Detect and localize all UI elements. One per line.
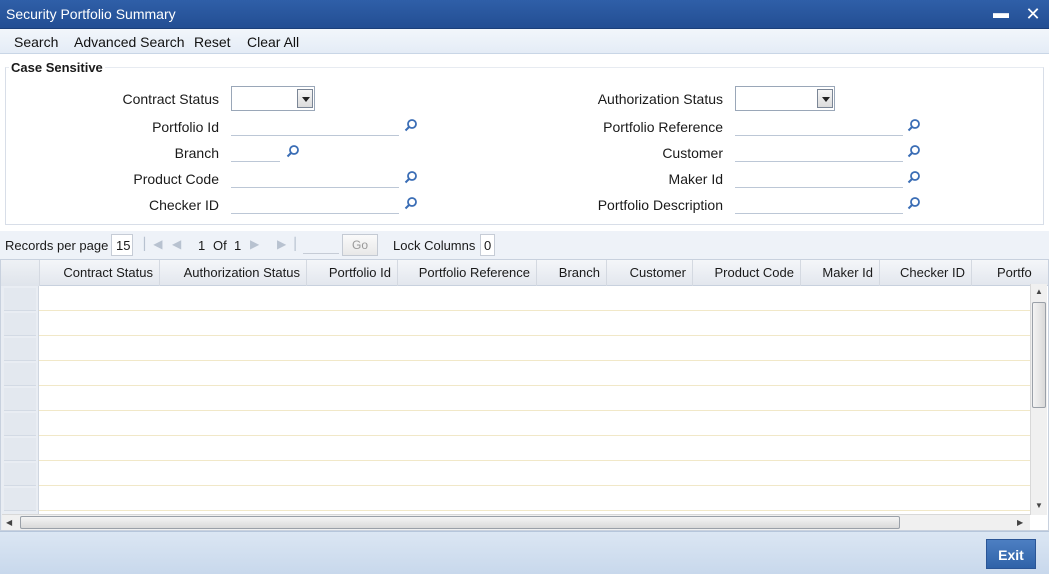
current-page: 1 — [198, 238, 206, 253]
portfolio-description-label: Portfolio Description — [597, 197, 723, 213]
portfolio-reference-input[interactable] — [735, 116, 903, 136]
search-icon[interactable] — [404, 196, 418, 210]
horizontal-scrollbar[interactable]: ◀ ▶ — [2, 514, 1030, 530]
horizontal-scroll-thumb[interactable] — [20, 516, 900, 529]
branch-label: Branch — [174, 145, 219, 161]
row-selector[interactable] — [4, 438, 36, 461]
search-icon[interactable] — [404, 118, 418, 132]
table-row[interactable] — [39, 486, 1031, 511]
table-row[interactable] — [39, 311, 1031, 336]
lock-columns-label: Lock Columns — [393, 238, 476, 253]
maker-id-label: Maker Id — [668, 171, 723, 187]
column-header[interactable]: Portfolio Reference — [398, 260, 537, 286]
pagination-bar: Records per page 15 ▏◀ ◀ 1 Of 1 ▶ ▶▕ Go … — [0, 231, 1049, 259]
select-all-header[interactable] — [1, 260, 40, 286]
go-button[interactable]: Go — [342, 234, 378, 256]
table-row[interactable] — [39, 361, 1031, 386]
checker-id-input[interactable] — [231, 194, 399, 214]
first-page-icon[interactable]: ▏◀ — [144, 237, 162, 251]
minimize-icon[interactable]: ▬ — [990, 3, 1012, 25]
records-per-page-input[interactable]: 15 — [111, 234, 133, 256]
chevron-down-icon[interactable] — [817, 89, 833, 108]
column-header[interactable]: Contract Status — [39, 260, 160, 286]
next-page-icon[interactable]: ▶ — [250, 237, 259, 251]
column-header[interactable]: Portfolio Id — [307, 260, 398, 286]
column-header[interactable]: Maker Id — [801, 260, 880, 286]
authorization-status-select[interactable] — [735, 86, 835, 111]
row-selector[interactable] — [4, 388, 36, 411]
row-selector[interactable] — [4, 313, 36, 336]
portfolio-reference-label: Portfolio Reference — [603, 119, 723, 135]
portfolio-id-label: Portfolio Id — [152, 119, 219, 135]
window-title: Security Portfolio Summary — [6, 6, 176, 22]
scroll-down-icon[interactable]: ▼ — [1035, 501, 1043, 510]
scroll-left-icon[interactable]: ◀ — [6, 518, 12, 527]
vertical-scrollbar[interactable]: ▲ ▼ — [1030, 284, 1047, 515]
table-row[interactable] — [39, 411, 1031, 436]
column-header[interactable]: Portfo — [972, 260, 1032, 286]
product-code-label: Product Code — [133, 171, 219, 187]
column-header[interactable]: Customer — [607, 260, 693, 286]
lock-columns-input[interactable]: 0 — [480, 234, 495, 256]
clear-all-button[interactable]: Clear All — [247, 34, 299, 50]
of-label: Of — [213, 238, 227, 253]
column-header[interactable]: Branch — [537, 260, 607, 286]
close-icon[interactable]: ✕ — [1022, 3, 1044, 25]
column-header[interactable]: Product Code — [693, 260, 801, 286]
goto-page-input[interactable] — [303, 234, 339, 254]
results-grid: Contract Status Authorization Status Por… — [0, 259, 1049, 531]
grid-header: Contract Status Authorization Status Por… — [1, 260, 1048, 286]
search-icon[interactable] — [907, 144, 921, 158]
scroll-up-icon[interactable]: ▲ — [1035, 287, 1043, 296]
customer-input[interactable] — [735, 142, 903, 162]
toolbar: Search Advanced Search Reset Clear All — [0, 29, 1049, 54]
checker-id-label: Checker ID — [148, 197, 219, 213]
row-selector[interactable] — [4, 488, 36, 511]
search-button[interactable]: Search — [14, 34, 58, 50]
column-header[interactable]: Checker ID — [880, 260, 972, 286]
row-selector[interactable] — [4, 288, 36, 311]
search-icon[interactable] — [907, 118, 921, 132]
row-selector[interactable] — [4, 338, 36, 361]
column-header[interactable]: Authorization Status — [160, 260, 307, 286]
row-selector[interactable] — [4, 413, 36, 436]
records-per-page-label: Records per page — [5, 238, 109, 253]
product-code-input[interactable] — [231, 168, 399, 188]
advanced-search-button[interactable]: Advanced Search — [74, 34, 185, 50]
search-icon[interactable] — [404, 170, 418, 184]
reset-button[interactable]: Reset — [194, 34, 231, 50]
vertical-scroll-thumb[interactable] — [1032, 302, 1046, 408]
customer-label: Customer — [662, 145, 723, 161]
contract-status-label: Contract Status — [122, 91, 220, 107]
previous-page-icon[interactable]: ◀ — [172, 237, 181, 251]
row-selector[interactable] — [4, 463, 36, 486]
chevron-down-icon[interactable] — [297, 89, 313, 108]
contract-status-select[interactable] — [231, 86, 315, 111]
table-row[interactable] — [39, 386, 1031, 411]
branch-input[interactable] — [231, 142, 280, 162]
search-icon[interactable] — [286, 144, 300, 158]
table-row[interactable] — [39, 286, 1031, 311]
footer-bar: Exit — [0, 531, 1049, 574]
table-row[interactable] — [39, 436, 1031, 461]
table-row[interactable] — [39, 336, 1031, 361]
search-icon[interactable] — [907, 196, 921, 210]
portfolio-description-input[interactable] — [735, 194, 903, 214]
title-bar: Security Portfolio Summary ▬ ✕ — [0, 0, 1049, 29]
table-row[interactable] — [39, 461, 1031, 486]
portfolio-id-input[interactable] — [231, 116, 399, 136]
last-page-icon[interactable]: ▶▕ — [277, 237, 295, 251]
total-pages: 1 — [234, 238, 242, 253]
search-icon[interactable] — [907, 170, 921, 184]
scroll-right-icon[interactable]: ▶ — [1017, 518, 1023, 527]
authorization-status-label: Authorization Status — [597, 91, 723, 107]
exit-button[interactable]: Exit — [986, 539, 1036, 569]
maker-id-input[interactable] — [735, 168, 903, 188]
row-selector[interactable] — [4, 363, 36, 386]
case-sensitive-label: Case Sensitive — [9, 60, 105, 75]
